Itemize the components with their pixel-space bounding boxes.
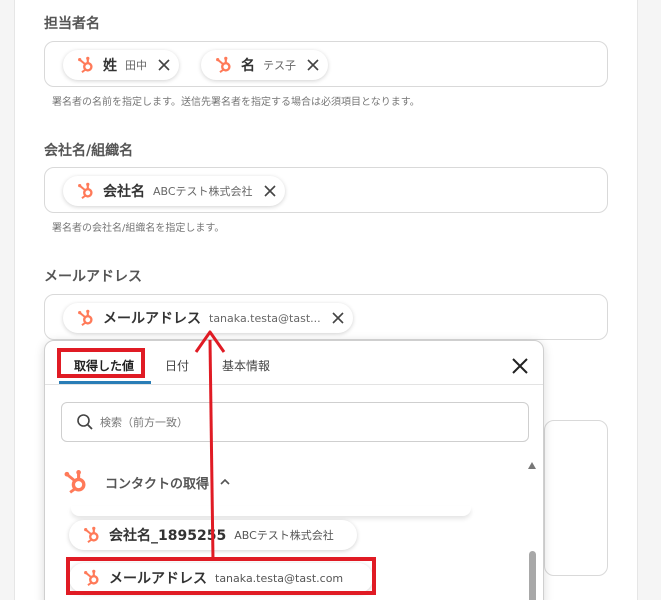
hubspot-icon (78, 182, 93, 199)
tab-basic-info[interactable]: 基本情報 (222, 357, 270, 374)
hubspot-icon (78, 56, 93, 73)
list-item-value: ABCテスト株式会社 (234, 529, 334, 542)
next-field-input[interactable] (544, 420, 608, 576)
remove-chip-icon[interactable] (263, 184, 277, 198)
section-title: コンタクトの取得 (105, 476, 210, 492)
chip-label: 会社名 (103, 184, 145, 200)
chip-value: tanaka.testa@tast... (209, 311, 321, 325)
chip-label: 姓 (103, 58, 117, 74)
chip-value: 田中 (125, 59, 147, 72)
scrollbar[interactable] (526, 459, 538, 600)
chevron-up-icon[interactable] (219, 476, 231, 488)
company-hint: 署名者の会社名/組織名を指定します。 (52, 223, 225, 234)
chip-label: メールアドレス (103, 311, 201, 327)
search-input[interactable] (100, 411, 500, 433)
list-item-company[interactable]: 会社名_1895255 ABCテスト株式会社 (69, 520, 357, 550)
last-name-chip[interactable]: 姓 田中 (63, 50, 179, 80)
scroll-thumb[interactable] (529, 551, 536, 600)
tabs-divider (45, 384, 543, 385)
tab-date[interactable]: 日付 (165, 357, 189, 374)
hubspot-icon (78, 309, 93, 326)
company-field[interactable]: 会社名 ABCテスト株式会社 (44, 167, 608, 213)
remove-chip-icon[interactable] (331, 311, 345, 325)
contact-name-field[interactable]: 姓 田中 名 テス子 (44, 41, 608, 87)
scroll-up-icon[interactable] (528, 462, 536, 469)
list-item-value: tanaka.testa@tast.com (215, 571, 344, 585)
chip-value: ABCテスト株式会社 (153, 185, 253, 198)
section-contact-fetch[interactable]: コンタクトの取得 (63, 469, 231, 495)
email-chip[interactable]: メールアドレス tanaka.testa@tast... (63, 303, 353, 333)
contact-name-hint: 署名者の名前を指定します。送信先署名者を指定する場合は必須項目となります。 (52, 97, 420, 108)
email-label: メールアドレス (44, 269, 142, 285)
chip-value: テス子 (263, 59, 296, 72)
email-field[interactable]: メールアドレス tanaka.testa@tast... (44, 294, 608, 340)
list-item-label: 会社名_1895255 (109, 528, 227, 544)
list-item-label: メールアドレス (109, 571, 207, 587)
remove-chip-icon[interactable] (306, 58, 320, 72)
search-box[interactable] (61, 402, 529, 442)
first-name-chip[interactable]: 名 テス子 (201, 50, 328, 80)
hubspot-icon (84, 526, 99, 543)
company-label: 会社名/組織名 (44, 143, 134, 159)
chip-label: 名 (241, 58, 255, 74)
contact-name-label: 担当者名 (44, 16, 100, 32)
value-picker-popup: 取得した値 日付 基本情報 コンタクトの取得 会社名_1895255 ABCテス… (44, 340, 544, 600)
search-icon (77, 414, 93, 430)
hubspot-icon (216, 56, 231, 73)
hubspot-icon (84, 569, 99, 586)
company-chip[interactable]: 会社名 ABCテスト株式会社 (63, 176, 285, 206)
list-group-edge (71, 506, 471, 516)
tab-acquired-values[interactable]: 取得した値 (74, 357, 134, 374)
hubspot-icon (64, 470, 86, 494)
remove-chip-icon[interactable] (157, 58, 171, 72)
close-icon[interactable] (509, 355, 531, 377)
list-item-email[interactable]: メールアドレス tanaka.testa@tast.com (69, 563, 373, 593)
